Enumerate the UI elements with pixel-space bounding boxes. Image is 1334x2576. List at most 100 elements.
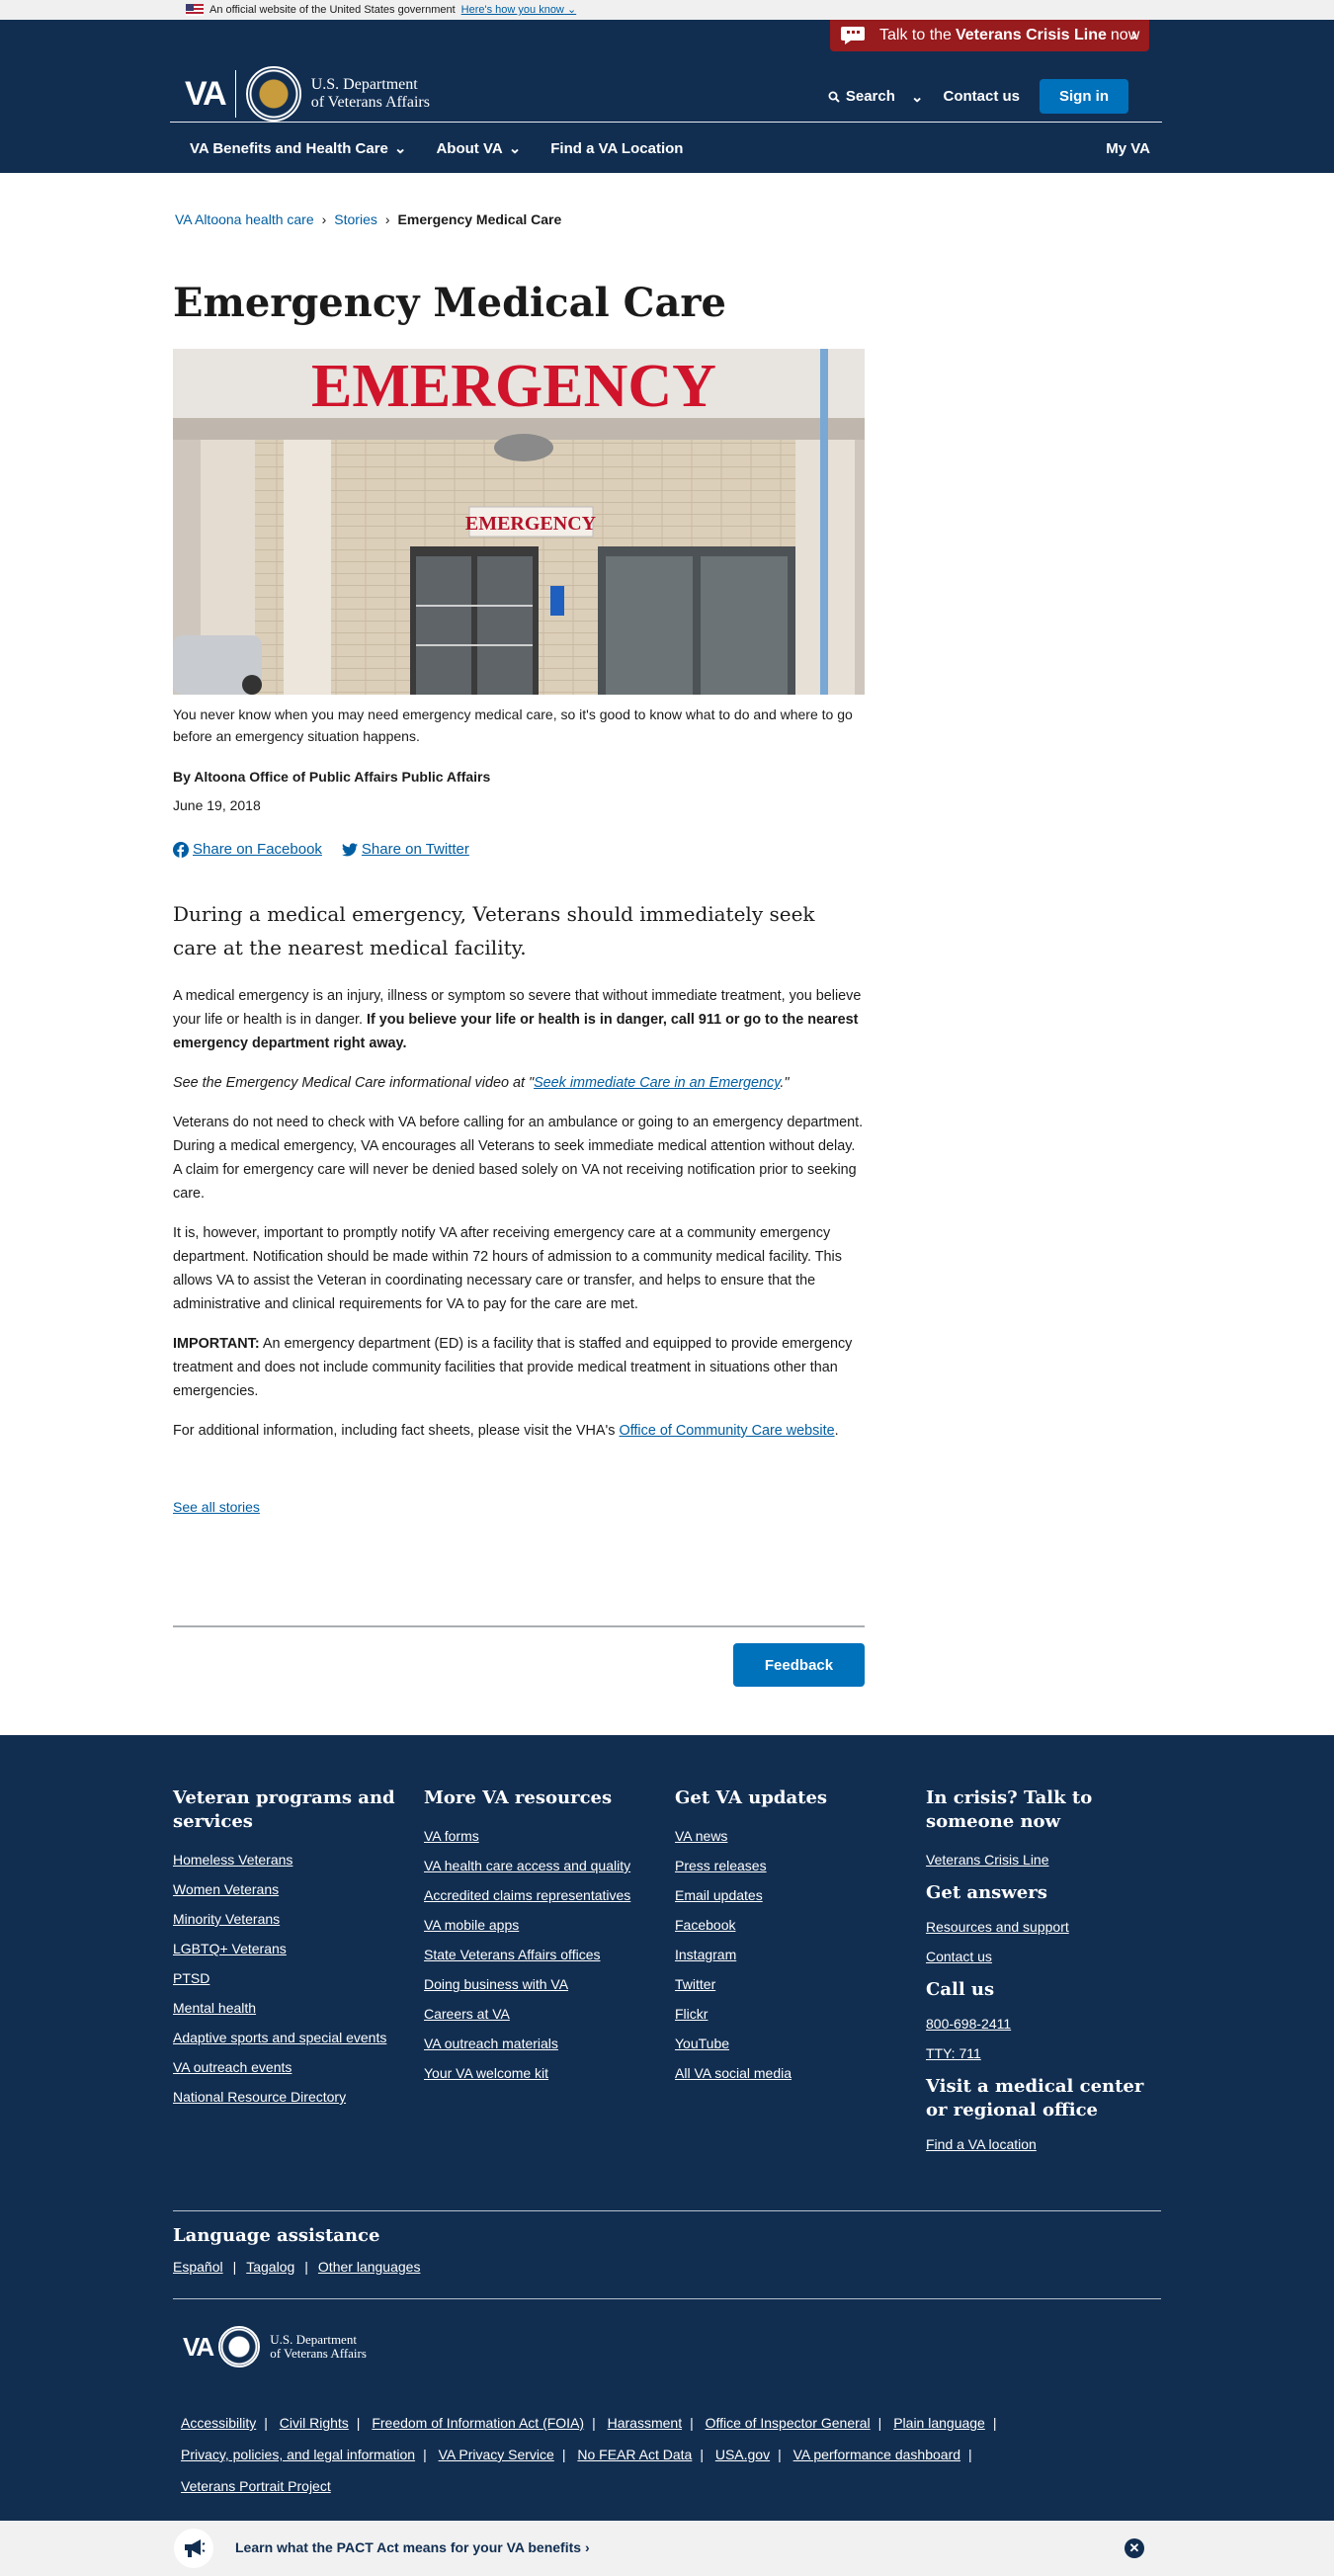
article-date: June 19, 2018 xyxy=(173,797,261,813)
footer-col-title: More VA resources xyxy=(424,1787,613,1808)
footer-bottom-link[interactable]: Office of Inspector General xyxy=(706,2415,871,2431)
footer-bottom-link[interactable]: Plain language xyxy=(893,2415,985,2431)
nav-find-location[interactable]: Find a VA Location xyxy=(550,140,683,157)
footer-bottom-link[interactable]: Veterans Portrait Project xyxy=(181,2478,331,2494)
language-link-spanish[interactable]: Español xyxy=(173,2259,223,2275)
footer-link[interactable]: Accredited claims representatives xyxy=(424,1887,630,1903)
community-care-link[interactable]: Office of Community Care website xyxy=(620,1423,835,1439)
close-icon[interactable]: ✕ xyxy=(1125,2538,1144,2558)
footer-link[interactable]: PTSD xyxy=(173,1970,209,1986)
footer-link[interactable]: Email updates xyxy=(675,1887,763,1903)
footer-link[interactable]: Careers at VA xyxy=(424,2006,510,2022)
footer-resources-link[interactable]: Resources and support xyxy=(926,1919,1069,1935)
footer-link[interactable]: Adaptive sports and special events xyxy=(173,2030,386,2045)
share-twitter-link[interactable]: Share on Twitter xyxy=(341,841,469,858)
footer-link[interactable]: VA outreach events xyxy=(173,2059,292,2075)
footer-link[interactable]: VA forms xyxy=(424,1828,479,1844)
footer-link[interactable]: State Veterans Affairs offices xyxy=(424,1947,600,1962)
contact-us-link[interactable]: Contact us xyxy=(943,88,1020,105)
footer-bottom-link[interactable]: Accessibility xyxy=(181,2415,256,2431)
seek-immediate-care-link[interactable]: Seek immediate Care in an Emergency xyxy=(534,1075,780,1091)
crisis-prefix: Talk to the xyxy=(879,27,952,43)
footer-link[interactable]: YouTube xyxy=(675,2036,729,2051)
pact-act-link[interactable]: Learn what the PACT Act means for your V… xyxy=(235,2539,590,2555)
footer-link[interactable]: VA outreach materials xyxy=(424,2036,558,2051)
footer-link[interactable]: Mental health xyxy=(173,2000,256,2016)
breadcrumb-altoona[interactable]: VA Altoona health care xyxy=(175,211,314,227)
paragraph-4: It is, however, important to promptly no… xyxy=(173,1225,842,1312)
nav-benefits-health-care[interactable]: VA Benefits and Health Care ⌄ xyxy=(190,139,406,158)
see-all-stories-link[interactable]: See all stories xyxy=(173,1499,260,1515)
nav-my-va[interactable]: My VA xyxy=(1106,140,1150,157)
footer-crisis-line-link[interactable]: Veterans Crisis Line xyxy=(926,1852,1049,1868)
footer-link[interactable]: Minority Veterans xyxy=(173,1911,280,1927)
logo-text: U.S. Department of Veterans Affairs xyxy=(310,76,430,111)
hero-image: EMERGENCY EMERGENCY xyxy=(173,349,865,695)
chevron-down-icon: ⌄ xyxy=(508,140,522,157)
site-footer: Veteran programs and services Homeless V… xyxy=(0,1735,1334,2521)
footer-link[interactable]: LGBTQ+ Veterans xyxy=(173,1941,287,1956)
footer-link[interactable]: Instagram xyxy=(675,1947,736,1962)
footer-bottom-link[interactable]: VA Privacy Service xyxy=(439,2447,554,2462)
footer-link[interactable]: Doing business with VA xyxy=(424,1976,568,1992)
nav-about-va[interactable]: About VA ⌄ xyxy=(436,139,522,158)
footer-link[interactable]: Flickr xyxy=(675,2006,708,2022)
footer-link[interactable]: All VA social media xyxy=(675,2065,792,2081)
footer-link[interactable]: Facebook xyxy=(675,1917,735,1933)
footer-link[interactable]: VA health care access and quality xyxy=(424,1858,630,1873)
heres-how-you-know-link[interactable]: Here's how you know ⌄ xyxy=(461,3,577,16)
crisis-bold: Veterans Crisis Line xyxy=(955,27,1107,43)
footer-link[interactable]: VA news xyxy=(675,1828,727,1844)
footer-bottom-link[interactable]: Harassment xyxy=(608,2415,682,2431)
footer-link[interactable]: Women Veterans xyxy=(173,1881,279,1897)
footer-link[interactable]: National Resource Directory xyxy=(173,2089,346,2105)
language-links: Español | Tagalog | Other languages xyxy=(173,2259,420,2275)
footer-find-location-link[interactable]: Find a VA location xyxy=(926,2136,1037,2152)
va-seal-icon xyxy=(218,2326,261,2368)
footer-col-title: Veteran programs and services xyxy=(173,1787,395,1832)
footer-bottom-link[interactable]: VA performance dashboard xyxy=(793,2447,960,2462)
footer-contact-link[interactable]: Contact us xyxy=(926,1949,992,1964)
language-link-tagalog[interactable]: Tagalog xyxy=(246,2259,294,2275)
footer-bottom-links: Accessibility | Civil Rights | Freedom of … xyxy=(181,2415,997,2494)
footer-col-title: Get VA updates xyxy=(675,1787,828,1808)
footer-va-logo[interactable]: VA U.S. Department of Veterans Affairs xyxy=(183,2326,367,2368)
paragraph-6: For additional information, including fa… xyxy=(173,1423,839,1439)
footer-link[interactable]: VA mobile apps xyxy=(424,1917,519,1933)
article-byline: By Altoona Office of Public Affairs Publ… xyxy=(173,769,491,785)
breadcrumb-stories[interactable]: Stories xyxy=(334,211,377,227)
footer-answers-title: Get answers xyxy=(926,1882,1047,1903)
pact-act-banner: Learn what the PACT Act means for your V… xyxy=(0,2521,1334,2576)
footer-bottom-link[interactable]: Privacy, policies, and legal information xyxy=(181,2447,415,2462)
language-link-other[interactable]: Other languages xyxy=(318,2259,421,2275)
official-gov-banner: An official website of the United States… xyxy=(0,0,1334,20)
breadcrumb-current: Emergency Medical Care xyxy=(397,211,562,227)
share-facebook-link[interactable]: Share on Facebook xyxy=(173,841,322,858)
footer-link[interactable]: Homeless Veterans xyxy=(173,1852,292,1868)
main-nav: VA Benefits and Health Care ⌄ About VA ⌄ F… xyxy=(170,123,1164,174)
va-logo-link[interactable]: VA U.S. Department of Veterans Affairs xyxy=(185,66,430,122)
gov-banner-text: An official website of the United States… xyxy=(209,3,456,16)
veterans-crisis-line-button[interactable]: Talk to the Veterans Crisis Line now › xyxy=(830,20,1149,51)
chevron-down-icon: ⌄ xyxy=(566,4,577,16)
breadcrumb: VA Altoona health care › Stories › Emerg… xyxy=(175,211,561,227)
footer-col-updates: Get VA updates VA news Press releases Em… xyxy=(675,1787,912,2095)
footer-link[interactable]: Twitter xyxy=(675,1976,715,1992)
footer-phone-link[interactable]: 800-698-2411 xyxy=(926,2016,1011,2032)
sign-in-button[interactable]: Sign in xyxy=(1040,79,1128,114)
va-wordmark: VA xyxy=(185,74,227,113)
footer-bottom-link[interactable]: Civil Rights xyxy=(280,2415,349,2431)
feedback-divider xyxy=(173,1625,865,1627)
search-icon xyxy=(828,91,840,103)
paragraph-2: See the Emergency Medical Care informati… xyxy=(173,1075,790,1091)
footer-bottom-link[interactable]: No FEAR Act Data xyxy=(577,2447,692,2462)
footer-link[interactable]: Press releases xyxy=(675,1858,767,1873)
footer-call-title: Call us xyxy=(926,1979,995,2000)
footer-bottom-link[interactable]: Freedom of Information Act (FOIA) xyxy=(372,2415,584,2431)
footer-tty-link[interactable]: TTY: 711 xyxy=(926,2045,981,2061)
footer-link[interactable]: Your VA welcome kit xyxy=(424,2065,548,2081)
search-button[interactable]: Search ⌄ xyxy=(828,88,923,106)
feedback-button[interactable]: Feedback xyxy=(733,1643,865,1687)
footer-bottom-link[interactable]: USA.gov xyxy=(715,2447,770,2462)
facebook-icon xyxy=(173,841,189,858)
